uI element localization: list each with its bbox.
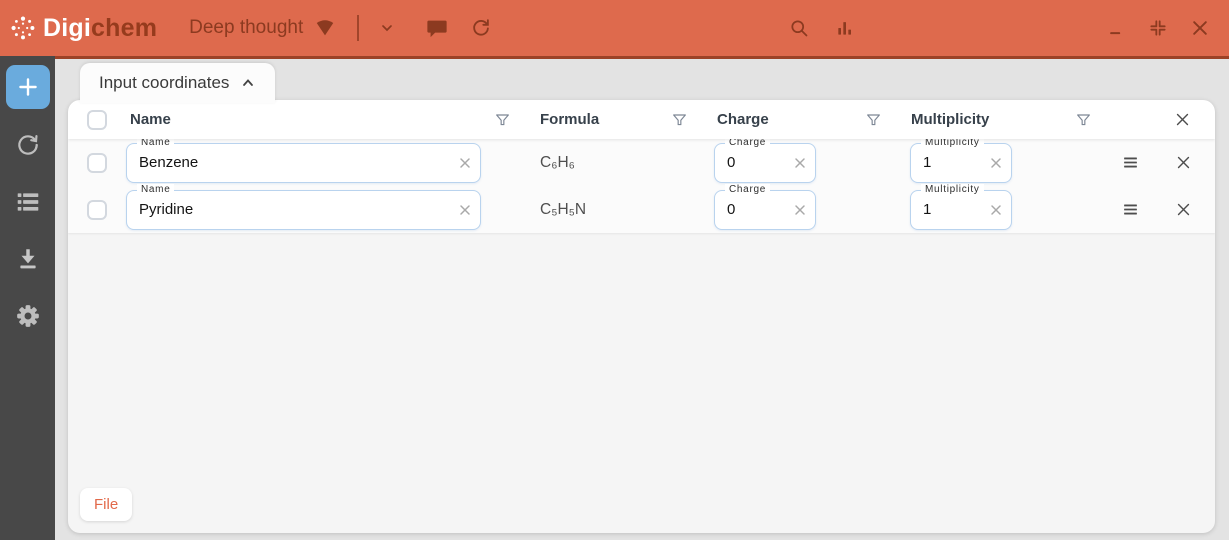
app-logo: Digichem (10, 14, 157, 43)
clear-charge-icon[interactable] (793, 203, 807, 217)
charge-filter-icon[interactable] (866, 112, 881, 128)
column-header-charge: Charge (693, 100, 887, 139)
project-name: Deep thought (189, 17, 304, 38)
clear-charge-icon[interactable] (793, 156, 807, 170)
clear-name-icon[interactable] (458, 156, 472, 170)
row-menu-button[interactable] (1122, 154, 1139, 171)
name-cell: Name (126, 136, 516, 183)
multiplicity-cell: Multiplicity (887, 136, 1097, 183)
multiplicity-field-label: Multiplicity (921, 183, 984, 195)
app-header: Digichem Deep thought (0, 0, 1229, 56)
row-checkbox[interactable] (87, 152, 107, 173)
table-close-cell (1097, 100, 1215, 139)
chat-button[interactable] (424, 15, 450, 41)
charge-field-wrapper: Charge (714, 136, 816, 183)
column-header-multiplicity: Multiplicity (887, 100, 1097, 139)
column-header-formula: Formula (516, 100, 693, 139)
row-checkbox-cell (68, 199, 126, 220)
formula-column-label: Formula (540, 111, 600, 128)
refresh-cycle-button[interactable] (15, 132, 41, 158)
panel-empty-area (68, 233, 1215, 488)
column-header-name: Name (126, 100, 516, 139)
table-rows: Name C₆H₆ Charge (68, 136, 1215, 233)
app-title-part1: Digi (43, 13, 92, 42)
table-row-benzene: Name C₆H₆ Charge (68, 136, 1215, 186)
clear-multiplicity-icon[interactable] (989, 203, 1003, 217)
row-checkbox-cell (68, 152, 126, 173)
table-row-pyridine: Name C₅H₅N Charge (68, 183, 1215, 233)
charge-field-label: Charge (725, 183, 770, 195)
close-window-button[interactable] (1187, 15, 1213, 41)
multiplicity-field-wrapper: Multiplicity (910, 136, 1012, 183)
chevron-up-icon (240, 75, 256, 91)
download-button[interactable] (15, 246, 41, 272)
select-all-checkbox[interactable] (87, 109, 107, 130)
page-content: Input coordinates Name Formula Charge Mu… (55, 56, 1229, 540)
name-column-label: Name (130, 111, 171, 128)
panel-footer: File (68, 488, 1215, 533)
main-area: Input coordinates Name Formula Charge Mu… (0, 56, 1229, 540)
clear-name-icon[interactable] (458, 203, 472, 217)
queue-list-button[interactable] (15, 189, 41, 215)
name-input[interactable] (127, 143, 480, 182)
add-button[interactable] (5, 65, 50, 109)
row-checkbox[interactable] (87, 199, 107, 220)
search-button[interactable] (786, 15, 812, 41)
multiplicity-cell: Multiplicity (887, 183, 1097, 230)
fan-indicator-icon (312, 15, 338, 41)
header-divider (357, 15, 360, 41)
name-input[interactable] (127, 190, 480, 229)
compress-window-button[interactable] (1145, 15, 1171, 41)
formula-value: C₆H₆ (540, 153, 575, 171)
row-menu-button[interactable] (1122, 201, 1139, 218)
name-cell: Name (126, 183, 516, 230)
sidebar (0, 56, 55, 540)
name-filter-icon[interactable] (495, 112, 510, 128)
charge-cell: Charge (693, 136, 887, 183)
multiplicity-filter-icon[interactable] (1076, 112, 1091, 128)
bar-chart-button[interactable] (832, 15, 858, 41)
name-field-label: Name (137, 183, 175, 195)
charge-field-wrapper: Charge (714, 183, 816, 230)
formula-filter-icon[interactable] (672, 112, 687, 128)
app-title: Digichem (43, 14, 157, 43)
window-controls (1103, 15, 1215, 41)
clear-multiplicity-icon[interactable] (989, 156, 1003, 170)
multiplicity-column-label: Multiplicity (911, 111, 990, 128)
gear-settings-button[interactable] (15, 303, 41, 329)
row-delete-button[interactable] (1175, 201, 1192, 218)
plus-icon (15, 74, 41, 100)
row-actions (1097, 154, 1215, 171)
name-field-wrapper: Name (126, 183, 481, 230)
header-tools (786, 15, 858, 41)
app-title-part2: chem (91, 13, 158, 42)
project-selector[interactable]: Deep thought (189, 15, 400, 41)
minimize-button[interactable] (1103, 15, 1129, 41)
molecule-burst-icon (10, 15, 36, 41)
charge-column-label: Charge (717, 111, 769, 128)
multiplicity-field-wrapper: Multiplicity (910, 183, 1012, 230)
tab-label: Input coordinates (99, 73, 230, 92)
tab-input-coordinates[interactable]: Input coordinates (80, 63, 276, 103)
row-delete-button[interactable] (1175, 154, 1192, 171)
coordinates-panel: Name Formula Charge Multiplicity Name Be… (68, 100, 1215, 533)
name-field-wrapper: Name (126, 136, 481, 183)
sync-button[interactable] (468, 15, 494, 41)
row-actions (1097, 201, 1215, 218)
header-checkbox-cell (68, 109, 126, 130)
table-header-row: Name Formula Charge Multiplicity (68, 100, 1215, 139)
close-table-button[interactable] (1174, 111, 1191, 128)
charge-cell: Charge (693, 183, 887, 230)
file-button[interactable]: File (80, 488, 133, 521)
formula-value: C₅H₅N (540, 200, 587, 218)
chevron-down-icon (374, 15, 400, 41)
